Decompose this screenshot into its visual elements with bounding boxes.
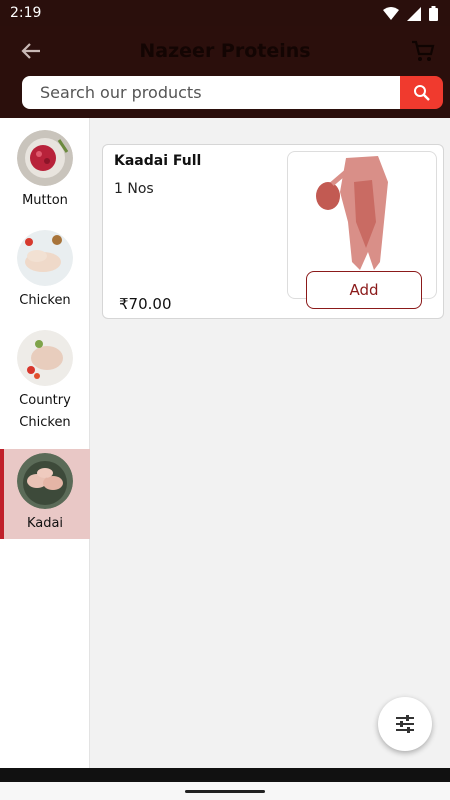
cart-button[interactable] [410, 38, 436, 64]
category-chicken[interactable]: Chicken [0, 230, 90, 322]
search-input[interactable] [40, 79, 390, 105]
app-bar: Nazeer Proteins [0, 26, 450, 76]
filter-button[interactable] [378, 697, 432, 751]
signal-icon [407, 6, 421, 21]
product-price: ₹70.00 [119, 295, 172, 313]
country-chicken-image [17, 330, 73, 386]
app-title: Nazeer Proteins [139, 40, 311, 62]
category-sidebar: Mutton Chicken Country Chicken Kadai [0, 118, 90, 768]
add-button[interactable]: Add [306, 271, 422, 309]
search-bar [0, 76, 450, 118]
status-time: 2:19 [10, 5, 42, 21]
search-button[interactable] [400, 76, 443, 109]
active-indicator [0, 449, 4, 539]
cart-icon [412, 40, 435, 61]
search-icon [413, 84, 430, 101]
category-label: Kadai [26, 516, 64, 531]
category-country-chicken[interactable]: Country Chicken [0, 330, 90, 446]
status-icons [383, 6, 438, 21]
battery-icon [429, 6, 438, 21]
search-box [22, 76, 400, 109]
product-card[interactable]: Kaadai Full 1 Nos ₹70.00 Add [102, 144, 444, 319]
product-quantity: 1 Nos [114, 181, 154, 197]
wifi-icon [383, 6, 399, 20]
status-bar: 2:19 [0, 0, 450, 26]
category-label: Chicken [19, 293, 71, 308]
system-nav-bar [0, 768, 450, 800]
chicken-image [17, 230, 73, 286]
home-gesture-pill[interactable] [185, 790, 265, 793]
product-name: Kaadai Full [114, 153, 202, 169]
mutton-image [17, 130, 73, 186]
category-label: Mutton [22, 193, 68, 208]
category-mutton[interactable]: Mutton [0, 130, 90, 222]
product-list: Kaadai Full 1 Nos ₹70.00 Add [90, 118, 450, 768]
category-kadai[interactable]: Kadai [0, 449, 90, 539]
category-label: Country Chicken [19, 393, 71, 430]
nav-divider [0, 768, 450, 782]
kadai-image [17, 453, 73, 509]
filter-icon [396, 715, 414, 733]
